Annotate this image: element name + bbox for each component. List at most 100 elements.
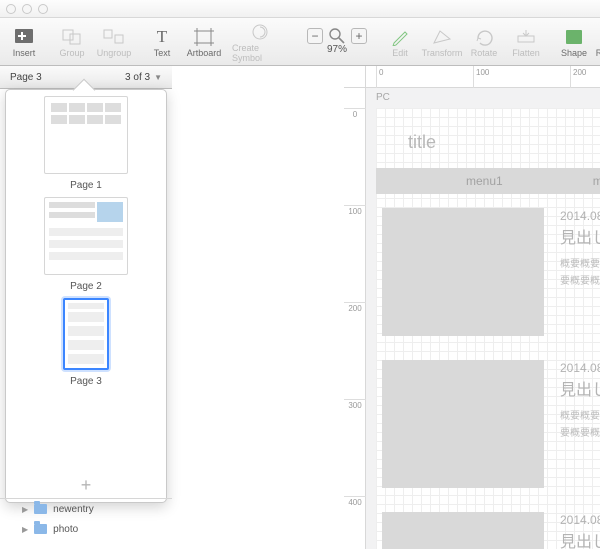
text-label: Text: [154, 48, 171, 58]
rectangle-button[interactable]: Rectangle: [596, 19, 600, 65]
menu-item: menu1: [466, 174, 503, 188]
disclosure-icon: ▶: [22, 525, 28, 534]
zoom-out-button[interactable]: −: [307, 28, 323, 44]
zoom-window-button[interactable]: [38, 4, 48, 14]
article-date: 2014.08.28: [560, 361, 600, 375]
page-count: 3 of 3: [125, 72, 150, 83]
text-button[interactable]: T Text: [142, 19, 182, 65]
transform-label: Transform: [422, 48, 463, 58]
current-page-label: Page 3: [10, 72, 42, 83]
page-thumbnail-image: [44, 96, 128, 174]
page-thumbnail-image: [44, 197, 128, 275]
article-headline: 見出し見出し見出し見出し見出し見出し: [560, 531, 600, 549]
pages-popover: Page 1 Page 2: [5, 89, 167, 503]
canvas-area: 0 100 200 300 400 0 100 200 300 400 PC t…: [344, 66, 600, 549]
layer-item[interactable]: ▶ photo: [0, 519, 172, 539]
rotate-button[interactable]: Rotate: [464, 19, 504, 65]
shape-icon: [562, 26, 586, 48]
folder-icon: [34, 504, 47, 514]
group-label: Group: [59, 48, 84, 58]
zoom-control: − + 97%: [302, 19, 372, 65]
ruler-tick: 200: [344, 302, 366, 313]
ruler-tick: 0: [376, 66, 383, 88]
canvas[interactable]: PC title menu1 menu2 menu 2014.08.28 gen…: [366, 88, 600, 549]
rotate-icon: [472, 26, 496, 48]
article-summary: 概要概要概要概要概要概要概要概要概要概要概要概要概要概要概要概要概要概要概要概要…: [560, 408, 600, 442]
page-thumbnail-label: Page 3: [70, 376, 102, 387]
ungroup-button[interactable]: Ungroup: [94, 19, 134, 65]
text-icon: T: [150, 26, 174, 48]
article-headline: 見出し見出し見出し見出し見出し見出し: [560, 379, 600, 402]
ruler-tick: 400: [344, 496, 366, 507]
rectangle-label: Rectangle: [596, 48, 600, 58]
artboard-icon: [192, 26, 216, 48]
page-thumbnail-3[interactable]: Page 3: [63, 298, 109, 387]
ungroup-icon: [102, 26, 126, 48]
magnifier-icon: [329, 28, 345, 44]
page-thumbnail-2[interactable]: Page 2: [44, 197, 128, 292]
edit-icon: [388, 26, 412, 48]
wireframe-menubar[interactable]: menu1 menu2 menu: [376, 168, 600, 194]
flatten-button[interactable]: Flatten: [506, 19, 546, 65]
ruler-horizontal[interactable]: 0 100 200 300 400: [366, 66, 600, 88]
ruler-tick: 0: [344, 108, 366, 119]
group-button[interactable]: Group: [52, 19, 92, 65]
shape-label: Shape: [561, 48, 587, 58]
page-thumbnail-image: [63, 298, 109, 370]
group-icon: [60, 26, 84, 48]
shape-button[interactable]: Shape: [554, 19, 594, 65]
close-window-button[interactable]: [6, 4, 16, 14]
main-toolbar: Insert Group Ungroup T Text Artboard Cre…: [0, 18, 600, 66]
image-placeholder: [382, 208, 544, 336]
rotate-label: Rotate: [471, 48, 498, 58]
layer-item[interactable]: ▶ newentry: [0, 499, 172, 519]
edit-label: Edit: [392, 48, 408, 58]
ruler-tick: 300: [344, 399, 366, 410]
artboard[interactable]: title menu1 menu2 menu 2014.08.28 genre …: [376, 108, 600, 549]
insert-button[interactable]: Insert: [4, 19, 44, 65]
ruler-corner: [344, 66, 366, 88]
ruler-tick: 200: [570, 66, 586, 88]
image-placeholder: [382, 360, 544, 488]
article-headline: 見出し見出し見出し見出し見出し見出し: [560, 227, 600, 250]
disclosure-icon: ▶: [22, 505, 28, 514]
menu-item: menu2: [593, 174, 600, 188]
flatten-label: Flatten: [512, 48, 540, 58]
image-placeholder: [382, 512, 544, 549]
artboard-label: Artboard: [187, 48, 222, 58]
add-page-button[interactable]: +: [6, 475, 166, 496]
zoom-value: 97%: [327, 44, 347, 55]
window-titlebar: [0, 0, 600, 18]
article-date: 2014.08.28: [560, 513, 600, 527]
chevron-down-icon: ▼: [154, 73, 162, 82]
layers-list: ▶ newentry ▶ photo: [0, 498, 172, 539]
ungroup-label: Ungroup: [97, 48, 132, 58]
layer-label: newentry: [53, 504, 94, 515]
edit-button[interactable]: Edit: [380, 19, 420, 65]
transform-icon: [430, 26, 454, 48]
zoom-in-button[interactable]: +: [351, 28, 367, 44]
transform-button[interactable]: Transform: [422, 19, 462, 65]
article-date: 2014.08.28: [560, 209, 600, 223]
wireframe-article[interactable]: 2014.08.28 genre ge 見出し見出し見出し見出し見出し見出し: [382, 512, 600, 549]
wireframe-title[interactable]: title: [408, 132, 436, 153]
artboard-button[interactable]: Artboard: [184, 19, 224, 65]
wireframe-article[interactable]: 2014.08.28 genre ge 見出し見出し見出し見出し見出し見出し 概…: [382, 208, 600, 336]
ruler-tick: 100: [344, 205, 366, 216]
minimize-window-button[interactable]: [22, 4, 32, 14]
insert-icon: [12, 26, 36, 48]
insert-label: Insert: [13, 48, 36, 58]
wireframe-article[interactable]: 2014.08.28 genre ge 見出し見出し見出し見出し見出し見出し 概…: [382, 360, 600, 488]
create-symbol-icon: [248, 21, 272, 43]
article-summary: 概要概要概要概要概要概要概要概要概要概要概要概要概要概要概要概要概要概要概要概要…: [560, 256, 600, 290]
page-thumbnail-1[interactable]: Page 1: [44, 96, 128, 191]
ruler-vertical[interactable]: 0 100 200 300 400: [344, 88, 366, 549]
create-symbol-button[interactable]: Create Symbol: [226, 19, 294, 65]
artboard-label[interactable]: PC: [376, 92, 390, 103]
flatten-icon: [514, 26, 538, 48]
page-thumbnail-label: Page 1: [70, 180, 102, 191]
folder-icon: [34, 524, 47, 534]
layer-label: photo: [53, 524, 78, 535]
ruler-tick: 100: [473, 66, 489, 88]
page-thumbnail-label: Page 2: [70, 281, 102, 292]
